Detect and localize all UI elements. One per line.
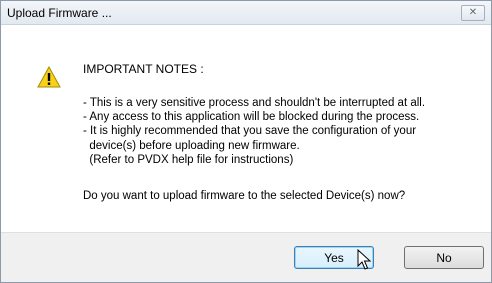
title-bar[interactable]: Upload Firmware ... ✕ [1, 1, 491, 25]
mouse-pointer-icon [357, 249, 372, 270]
no-button[interactable]: No [404, 246, 484, 269]
note-line: device(s) before uploading new firmware. [83, 139, 300, 152]
dialog-window: Upload Firmware ... ✕ IMPORTANT NOTES : … [0, 0, 492, 283]
notes-heading: IMPORTANT NOTES : [83, 62, 204, 76]
close-icon: ✕ [468, 7, 478, 18]
button-bar: Yes No [1, 232, 491, 282]
warning-icon [37, 66, 61, 88]
close-button[interactable]: ✕ [461, 5, 485, 21]
confirmation-question: Do you want to upload firmware to the se… [83, 190, 406, 202]
note-line: - It is highly recommended that you save… [83, 125, 417, 138]
message-area: IMPORTANT NOTES : - This is a very sensi… [1, 25, 491, 231]
notes-list: - This is a very sensitive process and s… [83, 96, 425, 167]
window-title: Upload Firmware ... [7, 6, 112, 20]
note-line: - Any access to this application will be… [83, 111, 420, 124]
note-line: (Refer to PVDX help file for instruction… [83, 153, 294, 166]
note-line: - This is a very sensitive process and s… [83, 97, 426, 109]
